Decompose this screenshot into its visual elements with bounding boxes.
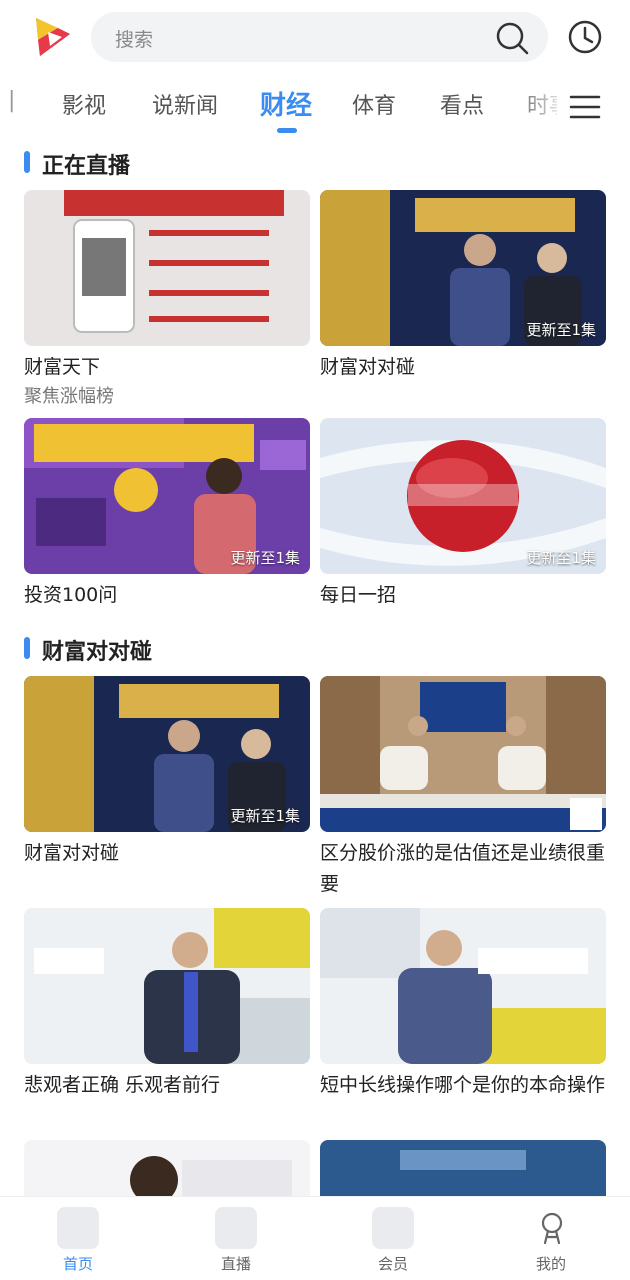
nav-mine[interactable]: 我的 bbox=[501, 1207, 601, 1277]
video-thumbnail[interactable]: 更新至1集 bbox=[320, 190, 606, 346]
tab-finance[interactable]: 财经 bbox=[260, 85, 312, 122]
nav-live-label: 直播 bbox=[220, 1255, 251, 1273]
episode-badge: 更新至1集 bbox=[526, 321, 596, 339]
nav-home[interactable]: 首页 bbox=[28, 1207, 128, 1277]
tab-partial-left[interactable]: | bbox=[8, 88, 14, 113]
home-icon bbox=[57, 1207, 99, 1249]
nav-home-label: 首页 bbox=[62, 1255, 93, 1273]
video-card[interactable]: 更新至1集 每日一招 bbox=[320, 418, 606, 611]
video-thumbnail[interactable] bbox=[320, 908, 606, 1064]
tab-highlights[interactable]: 看点 bbox=[440, 88, 484, 120]
tab-sports[interactable]: 体育 bbox=[352, 88, 396, 120]
search-icon[interactable] bbox=[494, 20, 530, 56]
video-title: 每日一招 bbox=[320, 584, 397, 606]
nav-live[interactable]: 直播 bbox=[186, 1207, 286, 1277]
video-title: 投资100问 bbox=[24, 584, 118, 606]
video-card[interactable]: 财富天下 聚焦涨幅榜 bbox=[24, 190, 310, 411]
nav-mine-label: 我的 bbox=[535, 1255, 566, 1273]
video-title: 财富对对碰 bbox=[320, 356, 416, 378]
video-card[interactable]: 更新至1集 投资100问 bbox=[24, 418, 310, 611]
search-bar[interactable]: 搜索 bbox=[91, 12, 548, 62]
video-title: 财富天下 bbox=[24, 356, 101, 378]
top-bar: 搜索 bbox=[0, 0, 630, 76]
category-tabs: | 影视 说新闻 财经 体育 看点 时事 bbox=[0, 84, 630, 134]
section-title[interactable]: 正在直播 bbox=[42, 148, 130, 180]
video-thumbnail[interactable]: 更新至1集 bbox=[24, 676, 310, 832]
vip-icon bbox=[372, 1207, 414, 1249]
video-card[interactable]: 悲观者正确 乐观者前行 bbox=[24, 908, 310, 1101]
video-thumbnail[interactable]: 更新至1集 bbox=[320, 418, 606, 574]
bottom-navigation: 首页 直播 会员 我的 bbox=[0, 1196, 630, 1280]
section-marker bbox=[24, 637, 30, 659]
nav-vip-label: 会员 bbox=[377, 1255, 408, 1273]
active-tab-indicator bbox=[277, 128, 297, 133]
episode-badge: 更新至1集 bbox=[230, 807, 300, 825]
video-card[interactable]: 区分股价涨的是估值还是业绩很重要 bbox=[320, 676, 606, 900]
nav-vip[interactable]: 会员 bbox=[343, 1207, 443, 1277]
video-title: 悲观者正确 乐观者前行 bbox=[24, 1074, 221, 1096]
video-thumbnail[interactable] bbox=[24, 190, 310, 346]
video-thumbnail[interactable] bbox=[24, 908, 310, 1064]
live-icon bbox=[215, 1207, 257, 1249]
video-card[interactable]: 更新至1集 财富对对碰 bbox=[24, 676, 310, 869]
history-clock-icon[interactable] bbox=[566, 18, 604, 56]
app-logo-icon[interactable] bbox=[30, 14, 76, 60]
video-title: 短中长线操作哪个是你的本命操作 bbox=[320, 1074, 606, 1096]
episode-badge: 更新至1集 bbox=[230, 549, 300, 567]
episode-badge: 更新至1集 bbox=[526, 549, 596, 567]
video-thumbnail[interactable]: 更新至1集 bbox=[24, 418, 310, 574]
tab-movies[interactable]: 影视 bbox=[62, 88, 106, 120]
video-subtitle: 聚焦涨幅榜 bbox=[24, 386, 114, 407]
tab-news[interactable]: 说新闻 bbox=[152, 88, 218, 120]
video-title: 区分股价涨的是估值还是业绩很重要 bbox=[320, 842, 606, 895]
profile-icon bbox=[541, 1212, 563, 1245]
search-placeholder: 搜索 bbox=[115, 29, 154, 51]
video-card[interactable]: 短中长线操作哪个是你的本命操作 bbox=[320, 908, 606, 1101]
video-card[interactable]: 更新至1集 财富对对碰 bbox=[320, 190, 606, 383]
video-thumbnail[interactable] bbox=[320, 676, 606, 832]
menu-icon[interactable] bbox=[568, 92, 602, 122]
video-title: 财富对对碰 bbox=[24, 842, 120, 864]
tabs-fade bbox=[510, 84, 570, 134]
section-marker bbox=[24, 151, 30, 173]
section-title[interactable]: 财富对对碰 bbox=[42, 634, 152, 666]
